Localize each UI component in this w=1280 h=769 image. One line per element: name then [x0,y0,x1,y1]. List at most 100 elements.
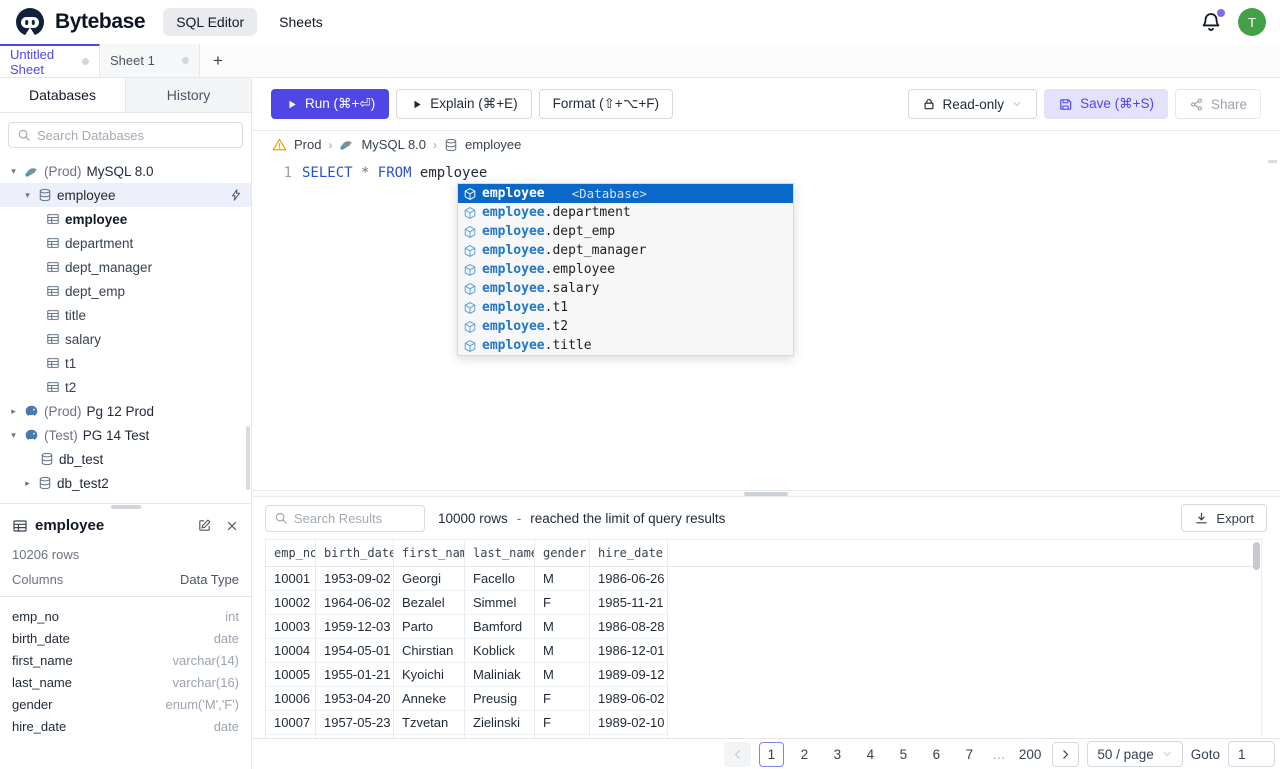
panel-title: employee [35,517,105,534]
prev-page-button[interactable] [723,741,751,767]
table-suggestion-icon [463,206,477,220]
readonly-mode-dropdown[interactable]: Read-only [907,89,1038,119]
table-row[interactable]: 10003 1959-12-03 Parto Bamford M 1986-08-28 [265,615,668,639]
grid-scrollbar[interactable] [1253,542,1260,570]
run-button[interactable]: Run (⌘+⏎) [271,89,390,119]
tree-table-t2[interactable]: t2 [0,375,251,399]
avatar[interactable]: T [1238,8,1266,36]
tree-table-employee[interactable]: employee [0,207,251,231]
suggestion-item[interactable]: employee.dept_manager [458,241,793,260]
tree-db-db-test[interactable]: db_test [0,447,251,471]
sidebar-scrollbar[interactable] [246,426,250,490]
db-name: db_test2 [57,475,109,491]
page-size-select[interactable]: 50 / page [1087,741,1183,767]
search-databases-input[interactable] [37,127,234,143]
tree-db-employee[interactable]: ▾ employee [0,183,251,207]
suggestion-item[interactable]: employee.t1 [458,298,793,317]
table-row[interactable]: 100081958-02-19SaniyaKalloufiM1994-09-15 [265,735,668,738]
export-button[interactable]: Export [1181,504,1267,532]
chevron-right-icon[interactable]: ▸ [22,478,33,489]
tab-sheet-1[interactable]: Sheet 1 [100,44,200,77]
results-grid: emp_no birth_date first_name last_name g… [265,539,1262,738]
explain-button[interactable]: Explain (⌘+E) [396,89,532,119]
page-200[interactable]: 200 [1016,742,1045,767]
column-name: emp_no [12,608,59,624]
table-name: dept_manager [65,259,153,275]
table-row[interactable]: 10006 1953-04-20 Anneke Preusig F 1989-06-02 [265,687,668,711]
tree-db-db-test2[interactable]: ▸ db_test2 [0,471,251,495]
tree-table-dept-emp[interactable]: dept_emp [0,279,251,303]
cell: Simmel [465,591,535,614]
tree-instance-pg12[interactable]: ▸ (Prod) Pg 12 Prod [0,399,251,423]
database-search-box[interactable] [8,122,243,148]
breadcrumb-instance[interactable]: MySQL 8.0 [361,137,426,152]
cell: 1953-09-02 [316,567,394,590]
sql-editor[interactable]: 1 SELECT * FROM employee employee <Database… [252,158,1280,490]
divider-drag-handle[interactable] [744,492,788,496]
save-button[interactable]: Save (⌘+S) [1044,89,1168,119]
bytebase-logo[interactable]: Bytebase [14,6,146,38]
chevron-down-icon[interactable]: ▾ [22,190,33,201]
nav-sql-editor[interactable]: SQL Editor [163,8,258,36]
cell: M [535,639,590,662]
page-6[interactable]: 6 [924,742,949,767]
breadcrumb-env[interactable]: Prod [294,137,321,152]
chevron-down-icon[interactable]: ▾ [8,166,19,177]
search-results-input[interactable] [294,510,416,526]
connect-bolt-icon[interactable] [229,188,243,202]
cell: 1986-12-01 [590,639,668,662]
close-icon[interactable] [225,519,239,533]
pagination-ellipsis[interactable]: … [990,747,1008,762]
table-row[interactable]: 10005 1955-01-21 Kyoichi Maliniak M 1989-09-1… [265,663,668,687]
suggestion-item[interactable]: employee.salary [458,279,793,298]
tree-table-title[interactable]: title [0,303,251,327]
panel-drag-handle[interactable] [110,505,141,509]
results-search-box[interactable] [265,504,425,532]
share-button[interactable]: Share [1174,89,1261,119]
search-icon [274,511,288,525]
result-status: 10000 rows - reached the limit of query … [438,511,725,526]
next-page-button[interactable] [1052,741,1080,767]
table-row[interactable]: 10007 1957-05-23 Tzvetan Zielinski F 1989-02-… [265,711,668,735]
tree-table-dept-manager[interactable]: dept_manager [0,255,251,279]
panel-resize-divider[interactable] [252,490,1280,497]
tree-instance-mysql[interactable]: ▾ (Prod) MySQL 8.0 [0,159,251,183]
tree-table-salary[interactable]: salary [0,327,251,351]
page-1[interactable]: 1 [758,741,784,767]
chevron-down-icon[interactable]: ▾ [8,430,19,441]
suggestion-item[interactable]: employee.department [458,203,793,222]
nav-sheets[interactable]: Sheets [275,8,327,36]
tree-table-t1[interactable]: t1 [0,351,251,375]
tab-databases[interactable]: Databases [0,78,126,112]
suggestion-item[interactable]: employee.t2 [458,317,793,336]
tree-table-department[interactable]: department [0,231,251,255]
goto-page-input[interactable] [1228,741,1275,767]
pagination-bar: 1 2 3 4 5 6 7 … 200 50 / page Goto [252,738,1280,769]
table-row[interactable]: 10001 1953-09-02 Georgi Facello M 1986-06-26 [265,567,668,591]
page-4[interactable]: 4 [858,742,883,767]
add-sheet-button[interactable]: + [200,44,236,77]
page-3[interactable]: 3 [825,742,850,767]
table-icon [46,308,60,322]
suggestion-item[interactable]: employee.title [458,336,793,355]
edit-icon[interactable] [197,518,212,533]
page-5[interactable]: 5 [891,742,916,767]
suggestion-item[interactable]: employee.employee [458,260,793,279]
page-7[interactable]: 7 [957,742,982,767]
format-button[interactable]: Format (⇧+⌥+F) [538,89,674,119]
suggestion-item[interactable]: employee.dept_emp [458,222,793,241]
table-row[interactable]: 10004 1954-05-01 Chirstian Koblick M 1986-12-… [265,639,668,663]
page-2[interactable]: 2 [792,742,817,767]
suggestion-item-selected[interactable]: employee <Database> [458,184,793,203]
column-name: hire_date [12,718,67,734]
chevron-right-icon[interactable]: ▸ [8,406,19,417]
notification-bell-icon[interactable] [1200,9,1225,33]
breadcrumb-database[interactable]: employee [465,137,521,152]
table-row[interactable]: 10002 1964-06-02 Bezalel Simmel F 1985-11-21 [265,591,668,615]
column-type: date [213,630,239,646]
tab-untitled-sheet[interactable]: Untitled Sheet [0,44,100,77]
tree-instance-pg14[interactable]: ▾ (Test) PG 14 Test [0,423,251,447]
sidebar: Databases History ▾ (Prod) MySQL 8.0 ▾ e… [0,78,252,769]
code-line: 1 SELECT * FROM employee [252,163,1280,182]
tab-history[interactable]: History [126,78,251,112]
